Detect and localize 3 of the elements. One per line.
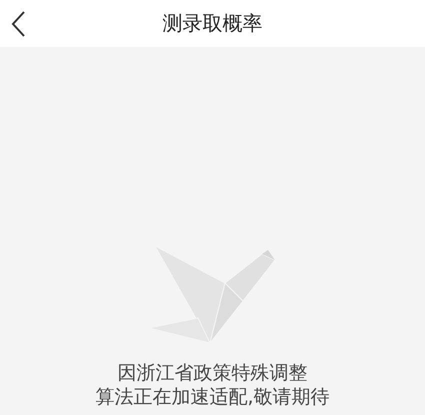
- page-title: 测录取概率: [162, 11, 262, 35]
- notice-text: 因浙江省政策特殊调整: [117, 362, 308, 384]
- notice-text: 算法正在加速适配,敬请期待: [95, 386, 330, 408]
